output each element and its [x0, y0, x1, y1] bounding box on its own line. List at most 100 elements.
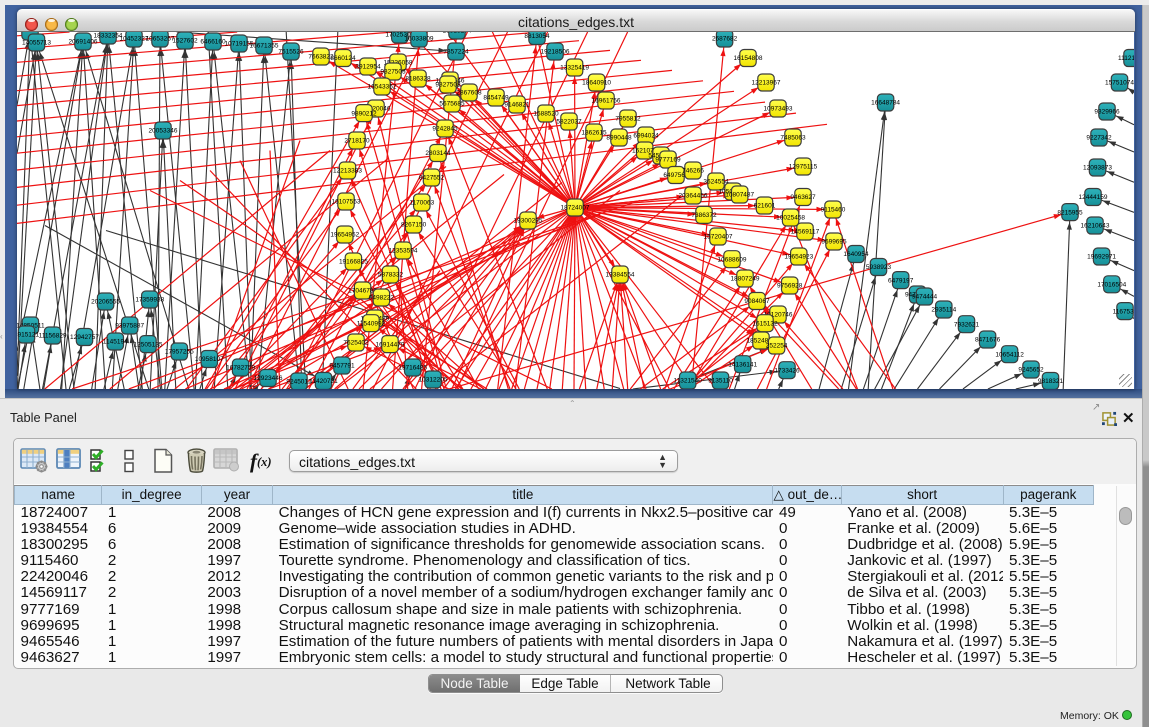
svg-text:17957255: 17957255 — [165, 348, 194, 355]
svg-text:12942757: 12942757 — [70, 334, 99, 341]
svg-text:10312205: 10312205 — [419, 376, 448, 383]
svg-text:16671355: 16671355 — [250, 42, 279, 49]
svg-text:15751074: 15751074 — [1105, 79, 1134, 86]
svg-text:19692971: 19692971 — [1087, 253, 1116, 260]
svg-text:10654112: 10654112 — [995, 351, 1024, 358]
svg-text:8454749: 8454749 — [483, 94, 509, 101]
svg-text:20691406: 20691406 — [69, 38, 98, 45]
svg-text:9818321: 9818321 — [1038, 378, 1064, 385]
svg-text:12213383: 12213383 — [333, 167, 362, 174]
svg-text:2718170: 2718170 — [344, 137, 370, 144]
svg-text:6479197: 6479197 — [888, 277, 914, 284]
svg-text:3915121: 3915121 — [17, 331, 40, 338]
svg-text:16033809: 16033809 — [405, 35, 434, 42]
svg-text:8990448: 8990448 — [606, 134, 632, 141]
svg-text:8267150: 8267150 — [401, 221, 427, 228]
svg-text:18724007: 18724007 — [561, 204, 590, 211]
svg-text:7932621: 7932621 — [954, 321, 980, 328]
svg-text:16782759: 16782759 — [226, 364, 255, 371]
svg-text:6994024: 6994024 — [633, 132, 659, 139]
svg-text:9327505: 9327505 — [380, 68, 406, 75]
svg-text:12353594: 12353594 — [389, 247, 418, 254]
svg-text:1362615: 1362615 — [581, 129, 607, 136]
svg-text:9699695: 9699695 — [821, 238, 847, 245]
svg-text:19654952: 19654952 — [330, 231, 359, 238]
svg-text:3912954: 3912954 — [355, 63, 381, 70]
svg-text:12975115: 12975115 — [789, 163, 818, 170]
svg-text:11321540: 11321540 — [673, 377, 702, 384]
svg-text:1588520: 1588520 — [533, 110, 559, 117]
svg-text:9084067: 9084067 — [744, 298, 770, 305]
svg-text:10958107: 10958107 — [195, 356, 224, 363]
svg-text:9227342: 9227342 — [1086, 134, 1112, 141]
svg-text:7485063: 7485063 — [780, 134, 806, 141]
svg-text:6466160: 6466160 — [200, 38, 226, 45]
svg-text:9457791: 9457791 — [329, 362, 355, 369]
svg-text:9242845: 9242845 — [432, 125, 458, 132]
svg-text:16154808: 16154808 — [734, 55, 763, 62]
svg-text:10452327: 10452327 — [120, 35, 149, 42]
svg-text:19384554: 19384554 — [606, 271, 635, 278]
svg-text:9245652: 9245652 — [1018, 366, 1044, 373]
svg-text:11420731: 11420731 — [309, 378, 338, 385]
svg-text:16107553: 16107553 — [332, 198, 361, 205]
svg-text:16210643: 16210643 — [1081, 222, 1110, 229]
svg-text:17359938: 17359938 — [135, 296, 164, 303]
svg-text:7515526: 7515526 — [278, 48, 304, 55]
svg-text:9474444: 9474444 — [912, 293, 938, 300]
svg-text:16914479: 16914479 — [376, 341, 405, 348]
svg-text:9245012: 9245012 — [286, 378, 312, 385]
svg-text:17016504: 17016504 — [1097, 281, 1126, 288]
svg-text:1170063: 1170063 — [409, 199, 434, 206]
svg-text:7955812: 7955812 — [615, 115, 641, 122]
svg-text:12923446: 12923446 — [254, 375, 283, 382]
svg-text:20053346: 20053346 — [149, 127, 178, 134]
svg-text:7625402: 7625402 — [343, 339, 369, 346]
svg-text:5938923: 5938923 — [866, 264, 892, 271]
svg-text:20364456: 20364456 — [679, 192, 708, 199]
svg-text:11121231: 11121231 — [1118, 55, 1134, 62]
svg-text:8427552: 8427552 — [419, 174, 445, 181]
svg-text:12505135: 12505135 — [134, 341, 163, 348]
svg-text:(x): (x) — [257, 455, 272, 469]
svg-text:8471676: 8471676 — [975, 336, 1001, 343]
svg-text:16648784: 16648784 — [871, 99, 900, 106]
svg-text:19716485: 19716485 — [398, 364, 427, 371]
svg-text:7357224: 7357224 — [443, 48, 469, 55]
svg-text:12093873: 12093873 — [1083, 164, 1112, 171]
svg-text:621601: 621601 — [754, 202, 776, 209]
svg-text:93975887: 93975887 — [115, 322, 144, 329]
svg-text:5822037: 5822037 — [556, 118, 582, 125]
svg-text:252254: 252254 — [766, 342, 788, 349]
svg-text:9329966: 9329966 — [1094, 108, 1120, 115]
svg-text:9135110: 9135110 — [708, 377, 733, 384]
svg-text:2935114: 2935114 — [931, 306, 956, 313]
svg-text:12444159: 12444159 — [1079, 194, 1108, 201]
svg-text:8660124: 8660124 — [330, 55, 356, 62]
svg-text:11540992: 11540992 — [357, 320, 386, 327]
svg-text:10688609: 10688609 — [718, 256, 747, 263]
svg-text:16961756: 16961756 — [592, 97, 621, 104]
svg-text:1527602: 1527602 — [172, 37, 198, 44]
svg-text:19166825: 19166825 — [339, 258, 368, 265]
svg-text:12213967: 12213967 — [752, 79, 781, 86]
svg-text:9777169: 9777169 — [655, 156, 681, 163]
svg-text:9890212: 9890212 — [351, 110, 377, 117]
svg-text:5878332: 5878332 — [378, 271, 404, 278]
svg-text:8215955: 8215955 — [1057, 209, 1083, 216]
svg-text:20206555: 20206555 — [91, 298, 120, 305]
svg-text:15720407: 15720407 — [704, 233, 733, 240]
svg-text:8186328: 8186328 — [405, 75, 431, 82]
svg-text:18332354: 18332354 — [94, 32, 123, 39]
svg-text:14136141: 14136141 — [728, 361, 757, 368]
svg-text:19218506: 19218506 — [541, 48, 570, 55]
svg-text:1640954: 1640954 — [843, 251, 869, 258]
svg-text:8813054: 8813054 — [524, 33, 550, 40]
svg-text:10653267: 10653267 — [146, 35, 175, 42]
svg-text:10973493: 10973493 — [764, 105, 793, 112]
svg-text:746266: 746266 — [682, 167, 704, 174]
svg-text:10025458: 10025458 — [776, 214, 805, 221]
svg-text:18640910: 18640910 — [582, 79, 611, 86]
svg-text:14569117: 14569117 — [791, 228, 820, 235]
svg-text:9115460: 9115460 — [821, 206, 846, 213]
